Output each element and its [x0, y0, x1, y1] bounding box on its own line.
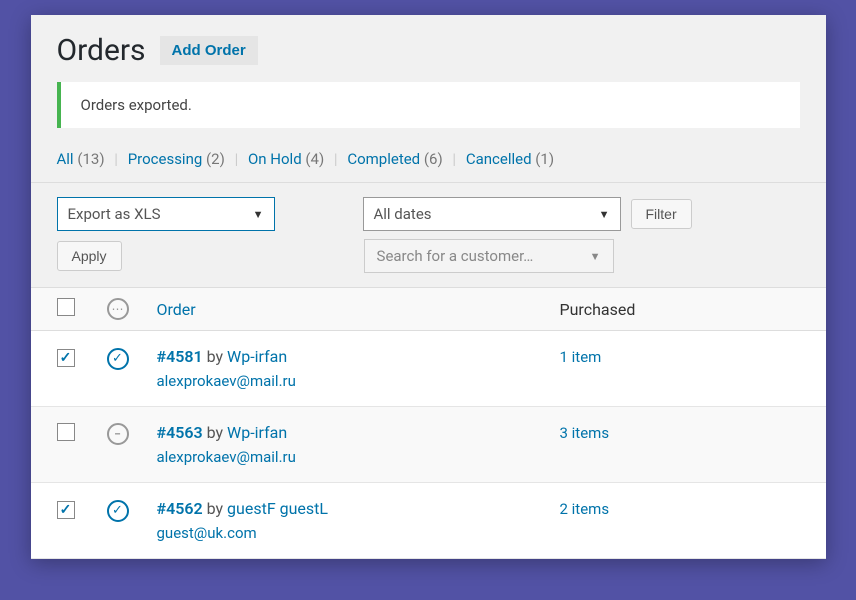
filter-completed-count: (6): [424, 150, 443, 168]
orders-table: Order Purchased #4581 by Wp-irfan alexpr…: [31, 287, 826, 559]
filter-onhold[interactable]: On Hold: [248, 150, 302, 168]
table-row: #4562 by guestF guestL guest@uk.com 2 it…: [31, 483, 826, 559]
caret-down-icon: ▼: [253, 208, 264, 221]
order-by-text: by: [203, 423, 227, 442]
row-checkbox[interactable]: [57, 349, 75, 367]
export-select[interactable]: Export as XLS ▼: [57, 197, 275, 231]
dates-select[interactable]: All dates ▼: [363, 197, 621, 231]
order-email-link[interactable]: alexprokaev@mail.ru: [157, 372, 560, 390]
dates-select-label: All dates: [374, 205, 432, 223]
filter-cancelled[interactable]: Cancelled: [466, 150, 532, 168]
order-id-link[interactable]: #4563: [157, 423, 203, 442]
filter-onhold-count: (4): [305, 150, 324, 168]
status-icon: [107, 423, 129, 445]
status-filters: All (13) | Processing (2) | On Hold (4) …: [31, 140, 826, 183]
page-title: Orders: [57, 33, 146, 68]
filter-processing-count: (2): [206, 150, 225, 168]
orders-panel: Orders Add Order Orders exported. All (1…: [31, 15, 826, 559]
status-icon: [107, 348, 129, 370]
order-by-text: by: [203, 499, 227, 518]
notice-message: Orders exported.: [57, 82, 800, 128]
apply-controls: Apply Search for a customer… ▼: [31, 231, 826, 287]
filter-button[interactable]: Filter: [631, 199, 692, 229]
purchased-link[interactable]: 1 item: [560, 348, 602, 366]
order-id-link[interactable]: #4562: [157, 499, 203, 518]
caret-down-icon: ▼: [590, 250, 601, 263]
table-header: Order Purchased: [31, 287, 826, 331]
filter-all[interactable]: All: [57, 150, 74, 168]
column-purchased: Purchased: [560, 300, 800, 319]
select-all-checkbox[interactable]: [57, 298, 75, 316]
filter-cancelled-count: (1): [535, 150, 554, 168]
order-customer-link[interactable]: guestF guestL: [227, 499, 328, 518]
filter-completed[interactable]: Completed: [347, 150, 420, 168]
status-column-icon: [107, 298, 129, 320]
status-icon: [107, 500, 129, 522]
page-header: Orders Add Order: [31, 15, 826, 82]
order-by-text: by: [203, 347, 227, 366]
customer-search-placeholder: Search for a customer…: [377, 247, 534, 265]
row-checkbox[interactable]: [57, 423, 75, 441]
row-checkbox[interactable]: [57, 501, 75, 519]
add-order-button[interactable]: Add Order: [160, 36, 258, 65]
table-row: #4563 by Wp-irfan alexprokaev@mail.ru 3 …: [31, 407, 826, 483]
bulk-controls: Export as XLS ▼ All dates ▼ Filter: [31, 183, 826, 231]
apply-button[interactable]: Apply: [57, 241, 122, 271]
filter-processing[interactable]: Processing: [128, 150, 203, 168]
purchased-link[interactable]: 2 items: [560, 500, 610, 518]
column-order[interactable]: Order: [157, 300, 560, 319]
order-customer-link[interactable]: Wp-irfan: [227, 347, 287, 366]
filter-all-count: (13): [77, 150, 104, 168]
order-email-link[interactable]: guest@uk.com: [157, 524, 560, 542]
caret-down-icon: ▼: [599, 208, 610, 221]
export-select-label: Export as XLS: [68, 205, 161, 223]
order-customer-link[interactable]: Wp-irfan: [227, 423, 287, 442]
order-email-link[interactable]: alexprokaev@mail.ru: [157, 448, 560, 466]
customer-search-select[interactable]: Search for a customer… ▼: [364, 239, 614, 273]
table-row: #4581 by Wp-irfan alexprokaev@mail.ru 1 …: [31, 331, 826, 407]
purchased-link[interactable]: 3 items: [560, 424, 610, 442]
order-id-link[interactable]: #4581: [157, 347, 203, 366]
